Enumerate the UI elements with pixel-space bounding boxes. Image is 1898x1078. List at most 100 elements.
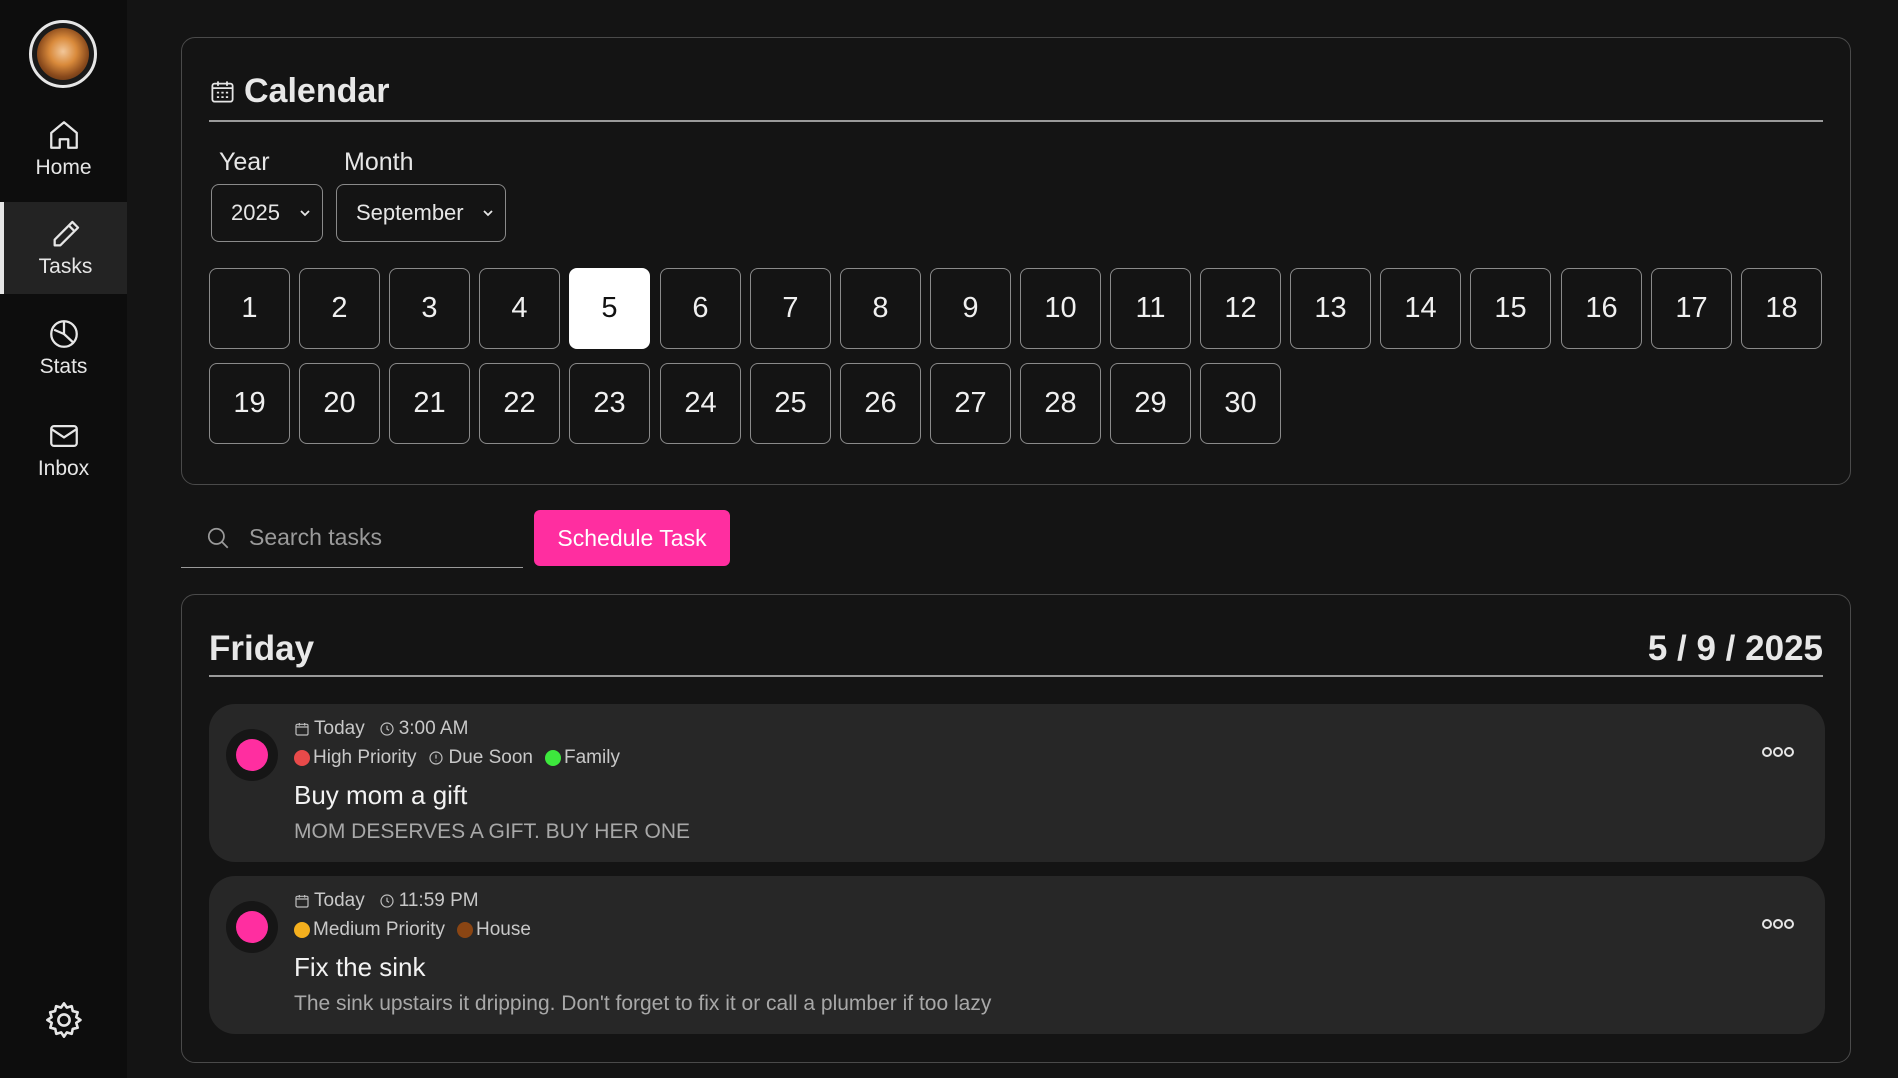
day-cell[interactable]: 29	[1110, 363, 1191, 444]
chevron-down-icon	[483, 210, 493, 217]
sidebar-item-label: Inbox	[37, 457, 90, 480]
more-options-icon[interactable]	[1761, 745, 1795, 759]
task-time: 3:00 AM	[398, 718, 469, 739]
calendar-icon	[295, 723, 309, 736]
day-cell[interactable]: 13	[1290, 268, 1371, 349]
task-category: House	[475, 919, 531, 940]
day-cell[interactable]: 26	[840, 363, 921, 444]
avatar[interactable]	[29, 20, 97, 88]
task-description: The sink upstairs it dripping. Don't for…	[294, 992, 992, 1015]
category-dot	[545, 750, 561, 766]
month-select[interactable]: September	[336, 184, 506, 242]
day-cell[interactable]: 3	[389, 268, 470, 349]
year-label: Year	[219, 148, 270, 176]
day-cell[interactable]: 27	[930, 363, 1011, 444]
day-cell[interactable]: 8	[840, 268, 921, 349]
month-label: Month	[344, 148, 414, 176]
task-complete-toggle[interactable]	[226, 729, 278, 781]
day-cell[interactable]: 21	[389, 363, 470, 444]
task-date: Today	[314, 718, 365, 739]
day-cell[interactable]: 2	[299, 268, 380, 349]
day-divider	[209, 675, 1823, 677]
priority-dot	[294, 922, 310, 938]
task-date: Today	[314, 890, 365, 911]
clock-icon	[380, 722, 394, 736]
clock-icon	[380, 894, 394, 908]
task-time: 11:59 PM	[398, 890, 479, 911]
year-select-value: 2025	[231, 200, 280, 225]
day-cell[interactable]: 14	[1380, 268, 1461, 349]
task-description: MOM DESERVES A GIFT. BUY HER ONE	[294, 820, 690, 843]
day-tasks-card: Friday 5 / 9 / 2025 Today 3:00 AM High P…	[181, 594, 1851, 1063]
search-bar[interactable]	[181, 508, 523, 568]
pencil-icon	[53, 220, 79, 247]
task-schedule: Today 11:59 PM	[294, 890, 479, 912]
task-item[interactable]: Today 11:59 PM Medium Priority House Fix…	[209, 876, 1825, 1034]
task-priority: Medium Priority	[313, 919, 445, 940]
day-cell[interactable]: 17	[1651, 268, 1732, 349]
sidebar: Home Tasks Stats Inbox	[0, 0, 127, 1078]
more-options-icon[interactable]	[1761, 917, 1795, 931]
task-title: Fix the sink	[294, 952, 426, 982]
day-cell[interactable]: 4	[479, 268, 560, 349]
day-cell[interactable]: 25	[750, 363, 831, 444]
chevron-down-icon	[300, 210, 310, 217]
task-schedule: Today 3:00 AM	[294, 718, 468, 740]
day-cell[interactable]: 7	[750, 268, 831, 349]
task-complete-toggle[interactable]	[226, 901, 278, 953]
task-item[interactable]: Today 3:00 AM High Priority Due Soon Fam…	[209, 704, 1825, 862]
search-input[interactable]	[249, 524, 509, 551]
task-status-dot	[236, 911, 268, 943]
calendar-divider	[209, 120, 1823, 122]
priority-dot	[294, 750, 310, 766]
day-cell[interactable]: 16	[1561, 268, 1642, 349]
task-priority: High Priority	[313, 747, 417, 768]
day-cell[interactable]: 15	[1470, 268, 1551, 349]
task-tags: Medium Priority House	[294, 919, 531, 941]
gear-icon[interactable]	[43, 999, 85, 1041]
alert-icon	[429, 751, 444, 765]
page-title: Calendar	[244, 72, 390, 110]
day-cell[interactable]: 30	[1200, 363, 1281, 444]
calendar-icon	[295, 895, 309, 908]
sidebar-item-label: Tasks	[38, 255, 93, 278]
day-cell[interactable]: 22	[479, 363, 560, 444]
sidebar-item-label: Home	[35, 156, 92, 179]
schedule-task-button[interactable]: Schedule Task	[534, 510, 730, 566]
day-cell[interactable]: 12	[1200, 268, 1281, 349]
pie-chart-icon	[49, 320, 78, 348]
day-name: Friday	[209, 629, 315, 668]
day-cell[interactable]: 28	[1020, 363, 1101, 444]
category-dot	[456, 922, 473, 938]
sidebar-item-tasks[interactable]: Tasks	[0, 202, 127, 294]
calendar-card: Calendar Year Month 2025 September 12345…	[181, 37, 1851, 485]
year-select[interactable]: 2025	[211, 184, 323, 242]
sidebar-item-inbox[interactable]: Inbox	[0, 404, 127, 496]
day-cell[interactable]: 11	[1110, 268, 1191, 349]
task-title: Buy mom a gift	[294, 780, 468, 810]
day-cell[interactable]: 19	[209, 363, 290, 444]
day-cell[interactable]: 1	[209, 268, 290, 349]
day-cell[interactable]: 5	[569, 268, 650, 349]
task-tags: High Priority Due Soon Family	[294, 747, 620, 769]
day-cell[interactable]: 20	[299, 363, 380, 444]
day-cell[interactable]: 24	[660, 363, 741, 444]
search-icon	[207, 527, 229, 548]
sidebar-item-home[interactable]: Home	[0, 103, 127, 195]
task-status-dot	[236, 739, 268, 771]
day-cell[interactable]: 18	[1741, 268, 1822, 349]
sidebar-item-stats[interactable]: Stats	[0, 302, 127, 394]
day-cell[interactable]: 23	[569, 363, 650, 444]
calendar-icon	[211, 81, 234, 103]
sidebar-item-label: Stats	[39, 355, 88, 378]
task-due: Due Soon	[448, 747, 533, 768]
day-date: 5 / 9 / 2025	[1647, 629, 1823, 668]
task-category: Family	[564, 747, 620, 768]
avatar-image	[37, 28, 89, 80]
calendar-header: Calendar	[209, 72, 390, 111]
day-cell[interactable]: 9	[930, 268, 1011, 349]
day-cell[interactable]: 6	[660, 268, 741, 349]
app: Home Tasks Stats Inbox Calendar Year Mon…	[0, 0, 1898, 1078]
month-select-value: September	[356, 200, 464, 225]
day-cell[interactable]: 10	[1020, 268, 1101, 349]
